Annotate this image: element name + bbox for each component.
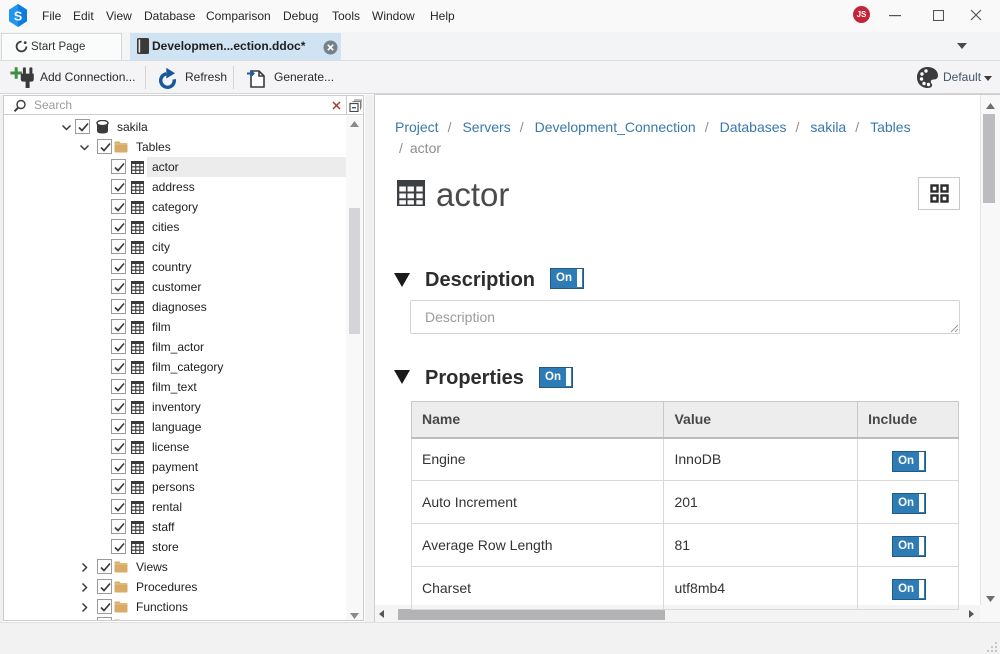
svg-text:S: S (14, 10, 22, 24)
